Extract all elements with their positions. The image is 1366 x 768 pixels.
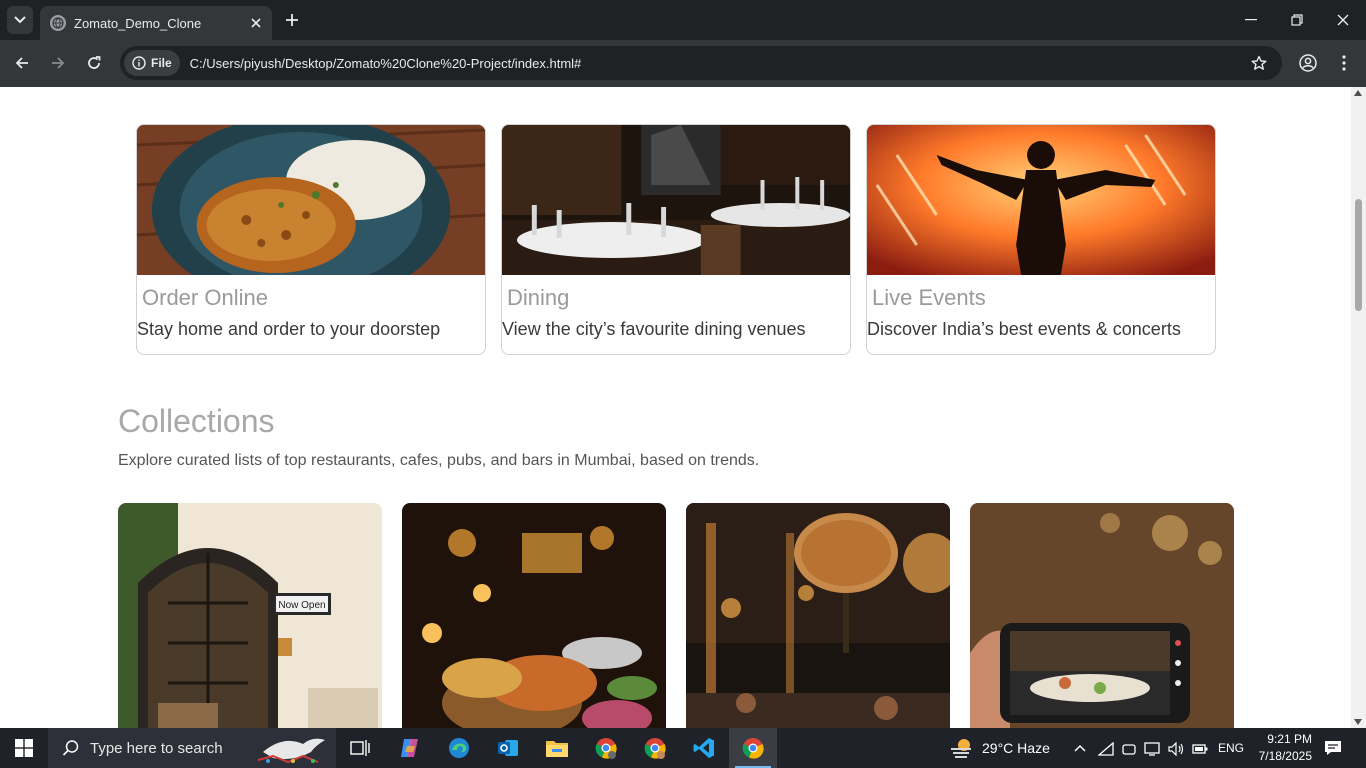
close-window-button[interactable] bbox=[1320, 0, 1366, 40]
close-icon bbox=[1337, 14, 1349, 26]
reload-button[interactable] bbox=[81, 50, 107, 76]
weather-text[interactable]: 29°C Haze bbox=[982, 740, 1050, 756]
dove-decoration-icon bbox=[257, 738, 325, 764]
card-title: Live Events bbox=[872, 285, 986, 310]
collection-card-festive-food[interactable] bbox=[402, 503, 666, 728]
chrome-app-active[interactable] bbox=[729, 728, 777, 768]
vscode-icon bbox=[693, 738, 714, 758]
collection-card-new-cafes[interactable]: Now Open bbox=[118, 503, 382, 728]
kebab-menu-icon bbox=[1342, 55, 1346, 71]
notifications-icon[interactable] bbox=[1324, 740, 1342, 756]
folder-icon bbox=[546, 741, 568, 757]
copilot-app[interactable] bbox=[386, 728, 434, 768]
scroll-down-arrow-icon[interactable] bbox=[1354, 719, 1362, 725]
bookmark-button[interactable] bbox=[1246, 50, 1272, 76]
clock-date: 7/18/2025 bbox=[1258, 749, 1312, 763]
tab-search-button[interactable] bbox=[7, 6, 33, 34]
task-view-button[interactable] bbox=[336, 728, 384, 768]
chevron-down-icon bbox=[14, 16, 26, 24]
chrome-icon bbox=[595, 738, 617, 759]
dining-tables-image bbox=[502, 125, 850, 275]
windows-taskbar: Type here to search 29°C Haze ENG 9:21 P… bbox=[0, 728, 1366, 768]
collection-card-trending[interactable] bbox=[970, 503, 1234, 728]
url-text[interactable]: C:/Users/piyush/Desktop/Zomato%20Clone%2… bbox=[190, 56, 1246, 71]
chrome-icon bbox=[742, 738, 764, 759]
star-icon bbox=[1251, 55, 1267, 70]
search-icon bbox=[62, 740, 79, 756]
bar-interior-image bbox=[686, 503, 950, 728]
phone-restaurant-image bbox=[970, 503, 1234, 728]
taskbar-search-box[interactable]: Type here to search bbox=[48, 728, 336, 768]
card-subtitle: Stay home and order to your doorstep bbox=[137, 319, 441, 339]
edge-icon bbox=[449, 738, 469, 758]
info-icon bbox=[132, 56, 146, 70]
food-plate-image bbox=[137, 125, 485, 305]
weather-haze-icon[interactable] bbox=[949, 737, 975, 759]
forward-button[interactable] bbox=[45, 50, 71, 76]
reload-icon bbox=[88, 56, 101, 69]
vscode-app[interactable] bbox=[680, 728, 728, 768]
globe-icon bbox=[50, 15, 66, 31]
order-online-card[interactable]: Order Online Stay home and order to your… bbox=[136, 124, 486, 355]
address-bar[interactable]: File C:/Users/piyush/Desktop/Zomato%20Cl… bbox=[120, 46, 1282, 80]
chrome-app-profile-1[interactable] bbox=[582, 728, 630, 768]
card-title: Order Online bbox=[142, 285, 268, 310]
profile-icon bbox=[1299, 54, 1317, 72]
concert-image bbox=[867, 125, 1215, 275]
minimize-icon bbox=[1245, 19, 1257, 21]
windows-logo-icon bbox=[15, 739, 33, 757]
file-explorer-app[interactable] bbox=[533, 728, 581, 768]
collection-card-lounges[interactable] bbox=[686, 503, 950, 728]
collections-description: Explore curated lists of top restaurants… bbox=[118, 452, 760, 469]
indian-food-image bbox=[402, 503, 666, 728]
network-icon[interactable] bbox=[1098, 742, 1114, 756]
browser-tab-strip: Zomato_Demo_Clone bbox=[0, 0, 1366, 40]
arrow-left-icon bbox=[15, 57, 28, 69]
site-info-chip[interactable]: File bbox=[124, 50, 180, 76]
restore-button[interactable] bbox=[1274, 0, 1320, 40]
meet-now-icon[interactable] bbox=[1122, 742, 1136, 756]
menu-button[interactable] bbox=[1331, 50, 1357, 76]
card-title: Dining bbox=[507, 285, 570, 310]
plus-icon bbox=[286, 14, 298, 26]
start-button[interactable] bbox=[0, 728, 48, 768]
live-events-card[interactable]: Live Events Discover India’s best events… bbox=[866, 124, 1216, 355]
card-subtitle: Discover India’s best events & concerts bbox=[867, 319, 1181, 339]
page-viewport: Order Online Stay home and order to your… bbox=[0, 87, 1351, 728]
dining-card[interactable]: Dining View the city’s favourite dining … bbox=[501, 124, 851, 355]
search-placeholder: Type here to search bbox=[90, 739, 223, 757]
outlook-icon bbox=[498, 740, 518, 756]
edge-app[interactable] bbox=[435, 728, 483, 768]
new-tab-button[interactable] bbox=[282, 10, 302, 30]
chrome-icon bbox=[644, 738, 666, 759]
copilot-icon bbox=[401, 739, 418, 757]
scrollbar-thumb[interactable] bbox=[1355, 199, 1362, 311]
cafe-storefront-image: Now Open bbox=[118, 503, 382, 728]
scroll-up-arrow-icon[interactable] bbox=[1354, 90, 1362, 96]
display-icon[interactable] bbox=[1144, 742, 1160, 756]
collections-title: Collections bbox=[118, 403, 275, 439]
arrow-right-icon bbox=[52, 57, 65, 69]
outlook-app[interactable] bbox=[484, 728, 532, 768]
chevron-up-icon[interactable] bbox=[1074, 744, 1086, 752]
chrome-app-profile-2[interactable] bbox=[631, 728, 679, 768]
site-chip-label: File bbox=[151, 56, 172, 70]
minimize-button[interactable] bbox=[1228, 0, 1274, 40]
profile-button[interactable] bbox=[1295, 50, 1321, 76]
system-clock[interactable]: 9:21 PM 7/18/2025 bbox=[1252, 731, 1312, 765]
browser-toolbar: File C:/Users/piyush/Desktop/Zomato%20Cl… bbox=[0, 40, 1366, 87]
restore-icon bbox=[1291, 14, 1303, 26]
page-scrollbar[interactable] bbox=[1351, 87, 1366, 728]
volume-icon[interactable] bbox=[1168, 742, 1184, 756]
task-view-icon bbox=[350, 740, 370, 756]
close-tab-icon[interactable] bbox=[246, 13, 266, 33]
tab-title: Zomato_Demo_Clone bbox=[74, 15, 202, 31]
language-indicator[interactable]: ENG bbox=[1218, 741, 1244, 755]
active-tab[interactable]: Zomato_Demo_Clone bbox=[40, 6, 272, 40]
back-button[interactable] bbox=[9, 50, 35, 76]
clock-time: 9:21 PM bbox=[1267, 732, 1312, 746]
now-open-sign-text: Now Open bbox=[278, 600, 325, 611]
battery-icon[interactable] bbox=[1192, 743, 1208, 755]
card-subtitle: View the city’s favourite dining venues bbox=[502, 319, 806, 339]
